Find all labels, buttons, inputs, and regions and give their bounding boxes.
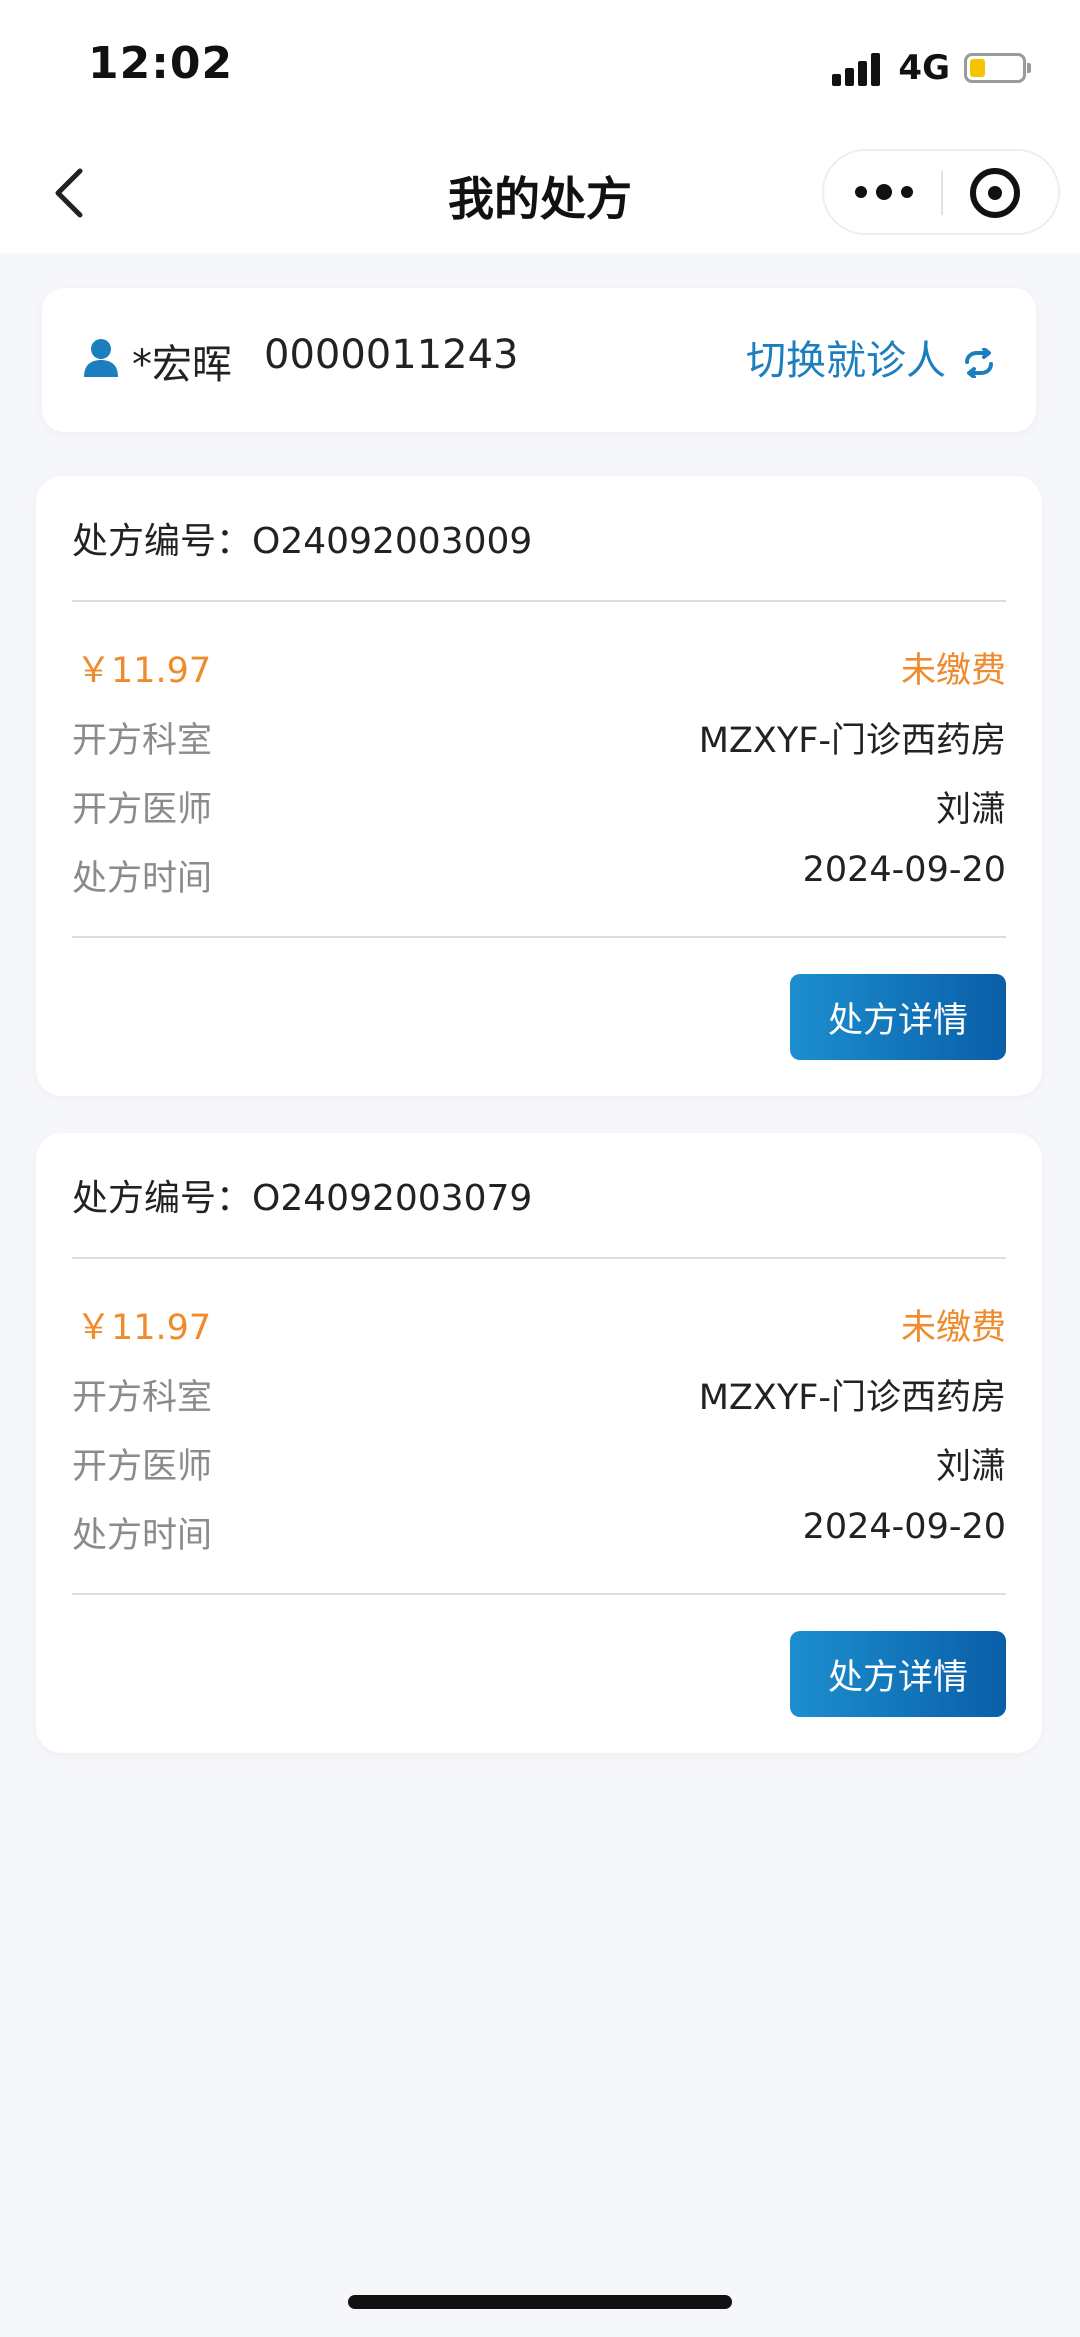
divider xyxy=(72,1593,1006,1595)
price-row: ￥11.97 未缴费 xyxy=(72,1299,1006,1348)
signal-icon xyxy=(832,50,884,86)
battery-icon xyxy=(964,53,1031,83)
switch-patient-button[interactable]: 切换就诊人 xyxy=(746,328,996,386)
price-row: ￥11.97 未缴费 xyxy=(72,642,1006,691)
price: ￥11.97 xyxy=(76,1308,212,1348)
department-row: 开方科室 MZXYF-门诊西药房 xyxy=(72,1369,1006,1418)
target-circle-icon[interactable] xyxy=(970,168,1020,218)
doctor-label: 开方医师 xyxy=(72,790,213,830)
divider xyxy=(72,936,1006,938)
divider xyxy=(72,1257,1006,1259)
time-value: 2024-09-20 xyxy=(802,850,1006,890)
doctor-row: 开方医师 刘潇 xyxy=(72,1438,1006,1487)
prescription-number-label: 处方编号： xyxy=(72,521,253,562)
prescription-number: 处方编号：O24092003009 xyxy=(72,512,532,564)
capsule-divider xyxy=(941,171,943,215)
department-label: 开方科室 xyxy=(72,721,213,761)
doctor-row: 开方医师 刘潇 xyxy=(72,781,1006,830)
prescription-number-label: 处方编号： xyxy=(72,1178,253,1219)
department-label: 开方科室 xyxy=(72,1378,213,1418)
patient-id: 0000011243 xyxy=(264,332,519,378)
time-label: 处方时间 xyxy=(72,859,213,899)
status-bar: 12:02 4G xyxy=(0,0,1080,135)
time-label: 处方时间 xyxy=(72,1516,213,1556)
prescription-number-value: O24092003009 xyxy=(252,521,533,562)
department-value: MZXYF-门诊西药房 xyxy=(698,721,1006,761)
prescription-card: 处方编号：O24092003079 ￥11.97 未缴费 开方科室 MZXYF-… xyxy=(36,1133,1042,1753)
price: ￥11.97 xyxy=(76,651,212,691)
divider xyxy=(72,600,1006,602)
network-type: 4G xyxy=(898,48,950,88)
battery-level xyxy=(970,59,985,77)
payment-status: 未缴费 xyxy=(900,651,1006,691)
patient-name: *宏晖 xyxy=(132,342,232,388)
navigation-bar: 我的处方 xyxy=(0,135,1080,253)
time-row: 处方时间 2024-09-20 xyxy=(72,1507,1006,1556)
department-row: 开方科室 MZXYF-门诊西药房 xyxy=(72,712,1006,761)
refresh-icon xyxy=(962,342,996,379)
mini-program-capsule xyxy=(822,149,1060,235)
prescription-detail-button[interactable]: 处方详情 xyxy=(790,974,1006,1060)
person-icon xyxy=(82,338,120,378)
department-value: MZXYF-门诊西药房 xyxy=(698,1378,1006,1418)
status-indicators: 4G xyxy=(832,46,1031,90)
doctor-value: 刘潇 xyxy=(935,1447,1006,1487)
prescription-card: 处方编号：O24092003009 ￥11.97 未缴费 开方科室 MZXYF-… xyxy=(36,476,1042,1096)
prescription-number: 处方编号：O24092003079 xyxy=(72,1169,532,1221)
home-indicator[interactable] xyxy=(348,2295,732,2309)
prescription-number-value: O24092003079 xyxy=(252,1178,533,1219)
patient-card: *宏晖 0000011243 切换就诊人 xyxy=(42,288,1036,432)
status-time: 12:02 xyxy=(88,38,234,89)
switch-patient-label: 切换就诊人 xyxy=(746,338,946,384)
more-dots-icon[interactable] xyxy=(846,165,922,219)
doctor-value: 刘潇 xyxy=(935,790,1006,830)
prescription-detail-button[interactable]: 处方详情 xyxy=(790,1631,1006,1717)
time-row: 处方时间 2024-09-20 xyxy=(72,850,1006,899)
payment-status: 未缴费 xyxy=(900,1308,1006,1348)
doctor-label: 开方医师 xyxy=(72,1447,213,1487)
time-value: 2024-09-20 xyxy=(802,1507,1006,1547)
